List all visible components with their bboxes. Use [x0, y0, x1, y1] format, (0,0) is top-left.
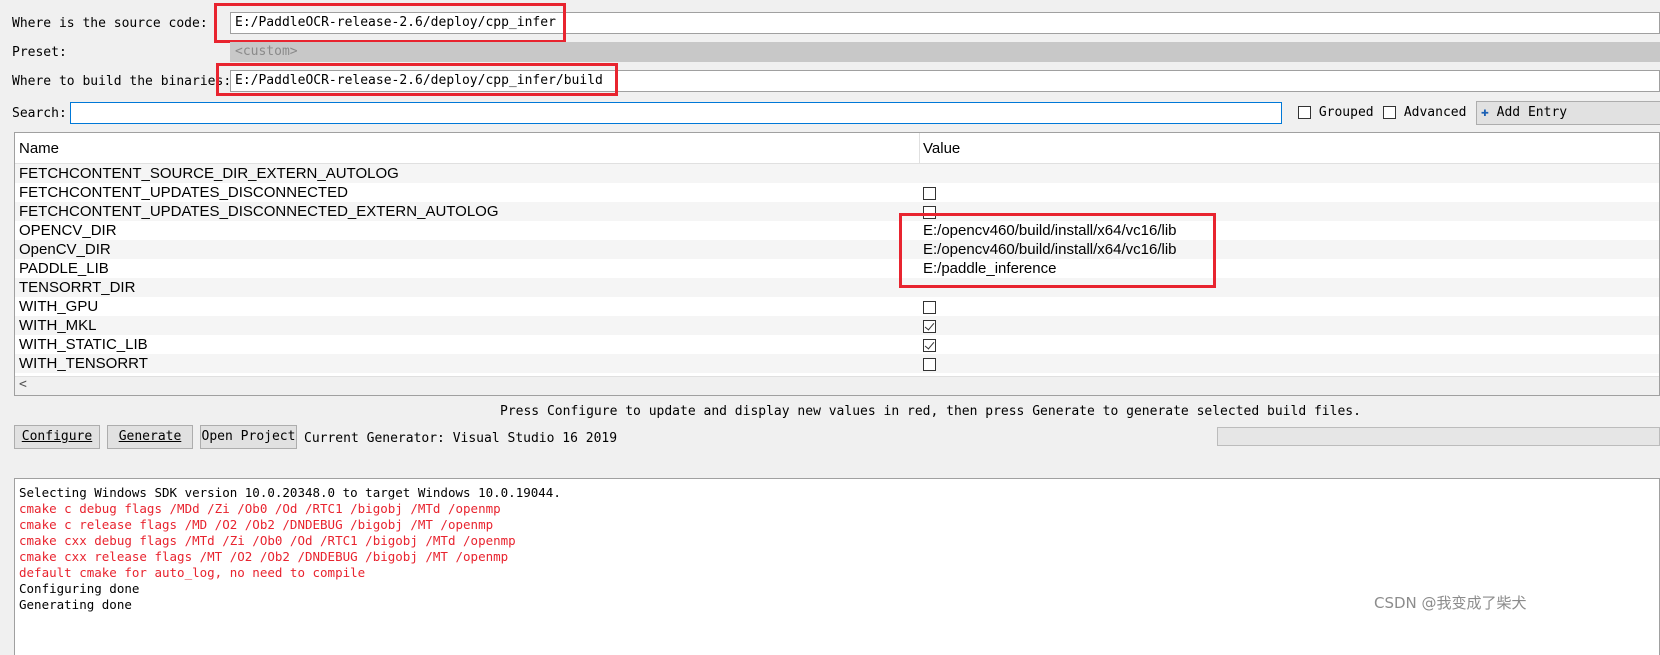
preset-label: Preset: — [12, 45, 67, 60]
entry-checkbox[interactable] — [923, 354, 936, 373]
entry-checkbox[interactable] — [923, 316, 936, 335]
entry-checkbox[interactable] — [923, 202, 936, 221]
horizontal-scrollbar[interactable]: < — [15, 376, 1659, 395]
log-line: cmake cxx release flags /MT /O2 /Ob2 /DN… — [19, 549, 509, 564]
grouped-checkbox[interactable] — [1298, 106, 1311, 119]
advanced-label: Advanced — [1403, 105, 1467, 120]
source-path-input[interactable]: E:/PaddleOCR-release-2.6/deploy/cpp_infe… — [230, 12, 1660, 34]
add-entry-label: Add Entry — [1496, 105, 1568, 120]
grouped-option[interactable]: Grouped — [1298, 105, 1374, 120]
table-row[interactable]: PADDLE_LIB E:/paddle_inference — [15, 259, 1659, 278]
source-label: Where is the source code: — [12, 16, 208, 31]
log-line: cmake c debug flags /MDd /Zi /Ob0 /Od /R… — [19, 501, 501, 516]
table-row[interactable]: TENSORRT_DIR — [15, 278, 1659, 297]
add-entry-button[interactable]: ✚ Add Entry — [1476, 101, 1660, 125]
cache-table[interactable]: Name Value FETCHCONTENT_SOURCE_DIR_EXTER… — [14, 132, 1660, 396]
table-row[interactable]: FETCHCONTENT_UPDATES_DISCONNECTED_EXTERN… — [15, 202, 1659, 221]
checked-checkbox-icon[interactable] — [923, 319, 936, 333]
scroll-left-icon[interactable]: < — [19, 377, 27, 392]
log-line: cmake cxx debug flags /MTd /Zi /Ob0 /Od … — [19, 533, 516, 548]
entry-name: FETCHCONTENT_SOURCE_DIR_EXTERN_AUTOLOG — [19, 165, 399, 182]
entry-name: WITH_GPU — [19, 298, 99, 315]
log-line: default cmake for auto_log, no need to c… — [19, 565, 366, 580]
advanced-checkbox[interactable] — [1383, 106, 1396, 119]
output-log[interactable]: Selecting Windows SDK version 10.0.20348… — [14, 478, 1660, 655]
table-row[interactable]: OPENCV_DIR E:/opencv460/build/install/x64… — [15, 221, 1659, 240]
entry-checkbox[interactable] — [923, 335, 936, 354]
entry-value[interactable]: E:/opencv460/build/install/x64/vc16/lib — [923, 221, 1177, 240]
search-label: Search: — [12, 106, 67, 121]
configure-button[interactable]: Configure — [14, 425, 100, 449]
unchecked-checkbox-icon[interactable] — [923, 186, 936, 200]
unchecked-checkbox-icon[interactable] — [923, 357, 936, 371]
entry-name: OPENCV_DIR — [19, 222, 117, 239]
name-column-header[interactable]: Name — [19, 140, 59, 157]
entry-name: WITH_STATIC_LIB — [19, 336, 148, 353]
watermark: CSDN @我变成了柴犬 — [1374, 594, 1527, 612]
entry-name: OpenCV_DIR — [19, 241, 111, 258]
grouped-label: Grouped — [1318, 105, 1374, 120]
search-input[interactable] — [70, 102, 1282, 124]
open-project-button[interactable]: Open Project — [200, 425, 297, 449]
table-row[interactable]: OpenCV_DIR E:/opencv460/build/install/x64… — [15, 240, 1659, 259]
generate-button[interactable]: Generate — [107, 425, 193, 449]
table-row[interactable]: FETCHCONTENT_UPDATES_DISCONNECTED — [15, 183, 1659, 202]
entry-name: PADDLE_LIB — [19, 260, 109, 277]
unchecked-checkbox-icon[interactable] — [923, 300, 936, 314]
column-separator[interactable] — [919, 133, 920, 163]
entry-value[interactable]: E:/paddle_inference — [923, 259, 1056, 278]
entry-checkbox[interactable] — [923, 183, 936, 202]
entry-value[interactable]: E:/opencv460/build/install/x64/vc16/lib — [923, 240, 1177, 259]
preset-select[interactable]: <custom> — [230, 42, 1660, 62]
value-column-header[interactable]: Value — [923, 140, 960, 157]
hint-text: Press Configure to update and display ne… — [500, 404, 1361, 419]
table-row[interactable]: FETCHCONTENT_SOURCE_DIR_EXTERN_AUTOLOG — [15, 164, 1659, 183]
entry-name: FETCHCONTENT_UPDATES_DISCONNECTED_EXTERN… — [19, 203, 499, 220]
entry-name: WITH_MKL — [19, 317, 97, 334]
checked-checkbox-icon[interactable] — [923, 338, 936, 352]
log-line: cmake c release flags /MD /O2 /Ob2 /DNDE… — [19, 517, 494, 532]
entry-name: WITH_TENSORRT — [19, 355, 148, 372]
build-label: Where to build the binaries: — [12, 74, 232, 89]
add-icon: ✚ — [1481, 105, 1489, 120]
entry-name: FETCHCONTENT_UPDATES_DISCONNECTED — [19, 184, 348, 201]
table-row[interactable]: WITH_STATIC_LIB — [15, 335, 1659, 354]
table-row[interactable]: WITH_GPU — [15, 297, 1659, 316]
log-line: Selecting Windows SDK version 10.0.20348… — [19, 485, 561, 500]
build-path-input[interactable]: E:/PaddleOCR-release-2.6/deploy/cpp_infe… — [230, 70, 1660, 92]
entry-name: TENSORRT_DIR — [19, 279, 136, 296]
table-header: Name Value — [15, 133, 1659, 164]
table-body: FETCHCONTENT_SOURCE_DIR_EXTERN_AUTOLOG FE… — [15, 164, 1659, 373]
progress-bar — [1217, 427, 1660, 446]
current-generator: Current Generator: Visual Studio 16 2019 — [304, 431, 618, 446]
advanced-option[interactable]: Advanced — [1383, 105, 1466, 120]
unchecked-checkbox-icon[interactable] — [923, 205, 936, 219]
entry-checkbox[interactable] — [923, 297, 936, 316]
table-row[interactable]: WITH_MKL — [15, 316, 1659, 335]
table-row[interactable]: WITH_TENSORRT — [15, 354, 1659, 373]
